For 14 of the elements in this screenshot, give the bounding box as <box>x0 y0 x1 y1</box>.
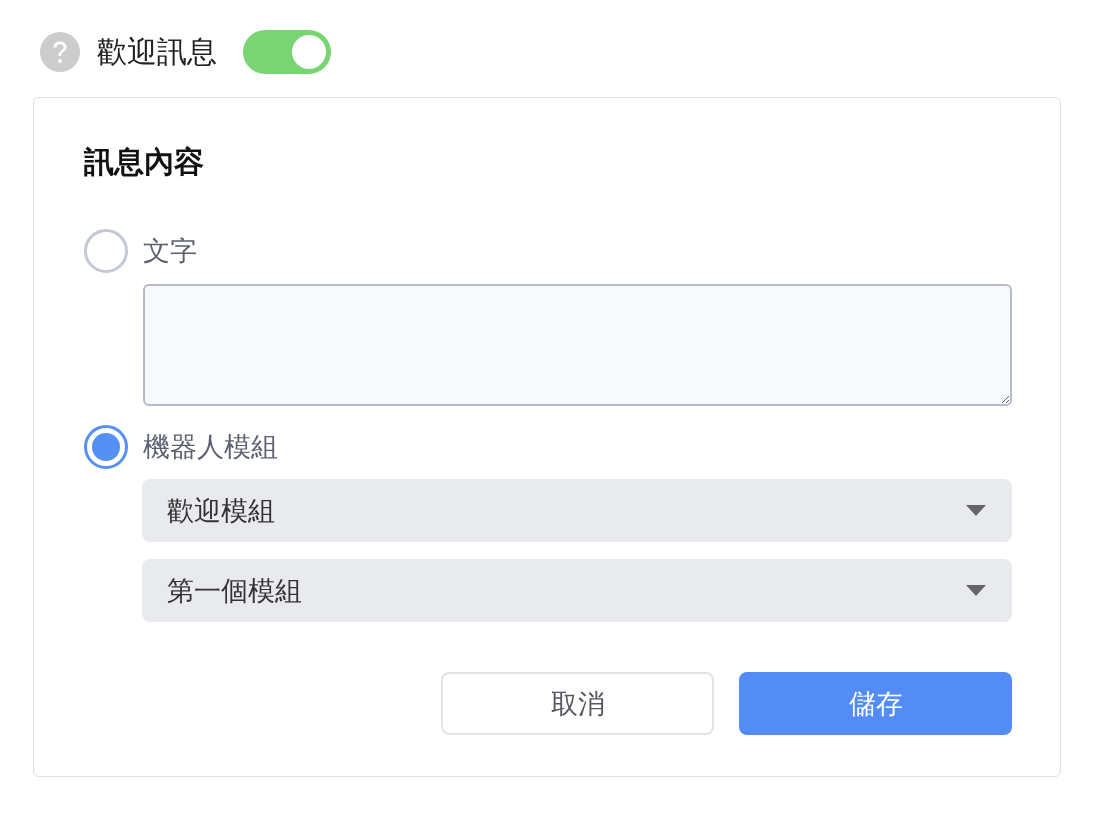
module-dropdown[interactable]: 歡迎模組 <box>142 479 1012 542</box>
toggle-switch[interactable] <box>243 30 331 74</box>
radio-label[interactable]: 文字 <box>143 233 197 269</box>
caret-icon <box>966 585 986 596</box>
help-icon[interactable] <box>40 32 80 72</box>
caret-icon <box>966 505 986 516</box>
cancel-button[interactable]: 取消 <box>441 672 714 735</box>
section-title: 歡迎訊息 <box>97 34 217 70</box>
text-input-field[interactable] <box>143 284 1012 406</box>
radio-button[interactable] <box>84 425 128 469</box>
card-title: 訊息內容 <box>84 144 205 180</box>
module-dropdown[interactable]: 第一個模組 <box>142 559 1012 622</box>
radio-label[interactable]: 機器人模組 <box>143 429 278 465</box>
radio-button[interactable] <box>84 229 128 273</box>
